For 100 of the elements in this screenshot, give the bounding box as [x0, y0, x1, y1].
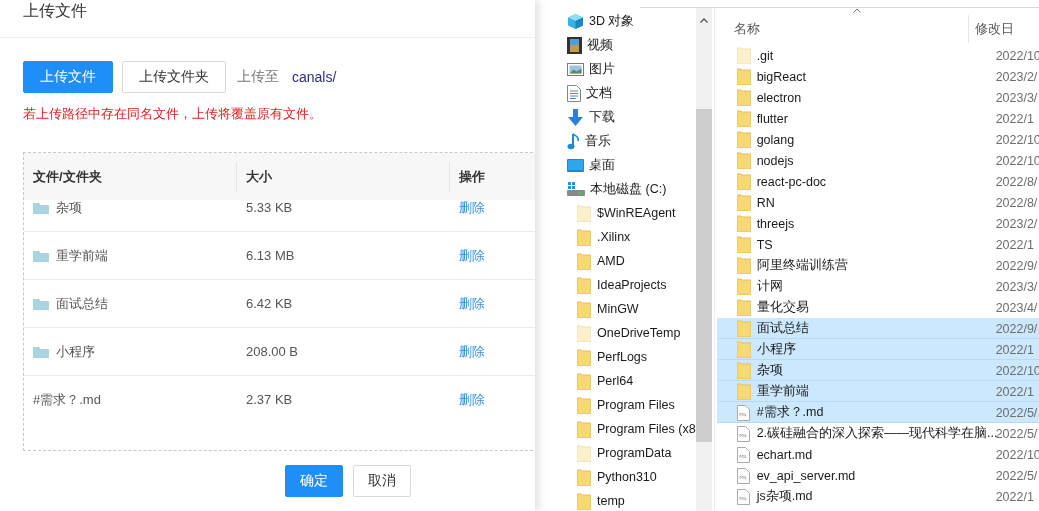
navigation-item[interactable]: 桌面 — [567, 153, 696, 177]
file-name: 杂项 — [56, 200, 82, 217]
file-row[interactable]: 计网 2023/3/ — [716, 276, 1039, 297]
file-name: TS — [756, 237, 774, 252]
file-size: 208.00 B — [246, 344, 299, 359]
folder-icon — [577, 276, 591, 294]
file-row[interactable]: threejs 2023/2/ — [716, 213, 1039, 234]
navigation-item[interactable]: 音乐 — [567, 129, 696, 153]
file-row[interactable]: electron 2023/3/ — [716, 87, 1039, 108]
overwrite-warning: 若上传路径中存在同名文件，上传将覆盖原有文件。 — [23, 105, 322, 123]
delete-link[interactable]: 删除 — [459, 247, 485, 263]
delete-link[interactable]: 删除 — [459, 295, 485, 311]
file-name: 计网 — [756, 278, 784, 295]
file-name: 量化交易 — [756, 299, 810, 316]
folder-tree-item[interactable]: IdeaProjects — [567, 273, 696, 297]
folder-icon — [577, 204, 591, 222]
sort-caret-icon — [852, 8, 861, 13]
folder-tree-item[interactable]: Python310 — [567, 465, 696, 489]
file-name: ev_api_server.md — [756, 468, 857, 483]
folder-icon — [577, 252, 591, 270]
navigation-item[interactable]: 视频 — [567, 33, 696, 57]
column-header: 大小 — [246, 167, 272, 186]
file-name: 重学前端 — [756, 383, 810, 400]
navigation-item[interactable]: 3D 对象 — [567, 9, 696, 33]
file-name: 面试总结 — [56, 294, 108, 313]
folder-icon — [736, 257, 751, 274]
delete-link[interactable]: 删除 — [459, 200, 485, 215]
folder-icon — [736, 194, 751, 211]
file-row[interactable]: react-pc-doc 2022/8/ — [716, 171, 1039, 192]
navigation-item[interactable]: 文档 — [567, 81, 696, 105]
folder-icon — [577, 420, 591, 438]
delete-link[interactable]: 删除 — [459, 343, 485, 359]
file-row[interactable]: 2.碳硅融合的深入探索——现代科学在脑...2022/5/ — [716, 423, 1039, 444]
file-size: 6.42 KB — [246, 296, 293, 311]
film-icon — [567, 36, 582, 54]
file-name: #需求？.md — [33, 390, 101, 409]
file-row[interactable]: #需求？.md 2022/5/ — [716, 402, 1039, 423]
file-name: threejs — [756, 216, 796, 231]
navigation-item[interactable]: 下载 — [567, 105, 696, 129]
file-name: electron — [756, 90, 803, 105]
file-row[interactable]: RN 2022/8/ — [716, 192, 1039, 213]
delete-link[interactable]: 删除 — [459, 391, 485, 407]
modified-date: 2022/5/ — [995, 426, 1038, 441]
file-row[interactable]: bigReact 2023/2/ — [716, 66, 1039, 87]
column-header[interactable]: 修改日 — [974, 21, 1014, 36]
folder-icon — [577, 228, 591, 246]
folder-tree-item[interactable]: ProgramData — [567, 441, 696, 465]
markdown-file-icon — [736, 446, 750, 463]
navigation-item[interactable]: 本地磁盘 (C:) — [567, 177, 696, 201]
cube-icon — [567, 12, 584, 30]
navigation-item[interactable]: 图片 — [567, 57, 696, 81]
modified-date: 2023/2/ — [994, 69, 1038, 84]
folder-tree-item[interactable]: OneDriveTemp — [567, 321, 696, 345]
file-row[interactable]: 重学前端 2022/1 — [716, 381, 1039, 402]
folder-tree-item[interactable]: Program Files (x8 — [567, 417, 696, 441]
folder-tree-item[interactable]: $WinREAgent — [567, 201, 696, 225]
column-header[interactable]: 名称 — [733, 20, 760, 38]
secondary-button[interactable]: 取消 — [353, 465, 411, 497]
markdown-file-icon — [736, 425, 750, 442]
document-icon — [567, 84, 581, 102]
download-arrow-icon — [567, 108, 584, 126]
modified-date: 2022/1 — [994, 384, 1034, 399]
file-row[interactable]: js杂项.md 2022/1 — [716, 486, 1039, 507]
file-row[interactable]: 小程序 2022/1 — [716, 339, 1039, 360]
file-name: 重学前端 — [56, 246, 108, 265]
folder-icon — [577, 444, 591, 462]
file-name: .git — [756, 48, 775, 63]
modified-date: 2022/9/ — [994, 321, 1038, 336]
secondary-button[interactable]: 上传文件夹 — [122, 61, 226, 93]
scrollbar[interactable] — [695, 8, 712, 511]
modified-date: 2023/3/ — [994, 90, 1038, 105]
folder-tree-item[interactable]: temp — [567, 489, 696, 511]
file-row[interactable]: 面试总结 2022/9/ — [716, 318, 1039, 339]
file-name: react-pc-doc — [756, 174, 828, 189]
file-row[interactable]: 阿里终端训练营 2022/9/ — [716, 255, 1039, 276]
file-row[interactable]: ev_api_server.md 2022/5/ — [716, 465, 1039, 486]
folder-tree-item[interactable]: MinGW — [567, 297, 696, 321]
folder-tree-item[interactable]: Perl64 — [567, 369, 696, 393]
file-row[interactable]: TS 2022/1 — [716, 234, 1039, 255]
file-name: echart.md — [756, 447, 814, 462]
upload-target-label: 上传至 — [237, 68, 279, 86]
file-name: golang — [756, 132, 796, 147]
modified-date: 2023/4/ — [994, 300, 1038, 315]
file-name: 面试总结 — [756, 320, 810, 337]
music-note-icon — [567, 132, 580, 150]
folder-icon — [736, 215, 751, 232]
file-name: 阿里终端训练营 — [756, 257, 849, 274]
file-row[interactable]: flutter 2022/1 — [716, 108, 1039, 129]
folder-tree-item[interactable]: .Xilinx — [567, 225, 696, 249]
folder-icon — [736, 89, 751, 106]
folder-tree-item[interactable]: AMD — [567, 249, 696, 273]
folder-tree-item[interactable]: Program Files — [567, 393, 696, 417]
folder-tree-item[interactable]: PerfLogs — [567, 345, 696, 369]
file-name: 杂项 — [756, 362, 784, 379]
file-row[interactable]: 量化交易 2023/4/ — [716, 297, 1039, 318]
modified-date: 2022/9/ — [994, 258, 1038, 273]
file-name: js杂项.md — [756, 488, 814, 505]
folder-icon — [736, 110, 751, 127]
markdown-file-icon — [736, 488, 750, 505]
scrollbar-thumb[interactable] — [695, 109, 712, 442]
